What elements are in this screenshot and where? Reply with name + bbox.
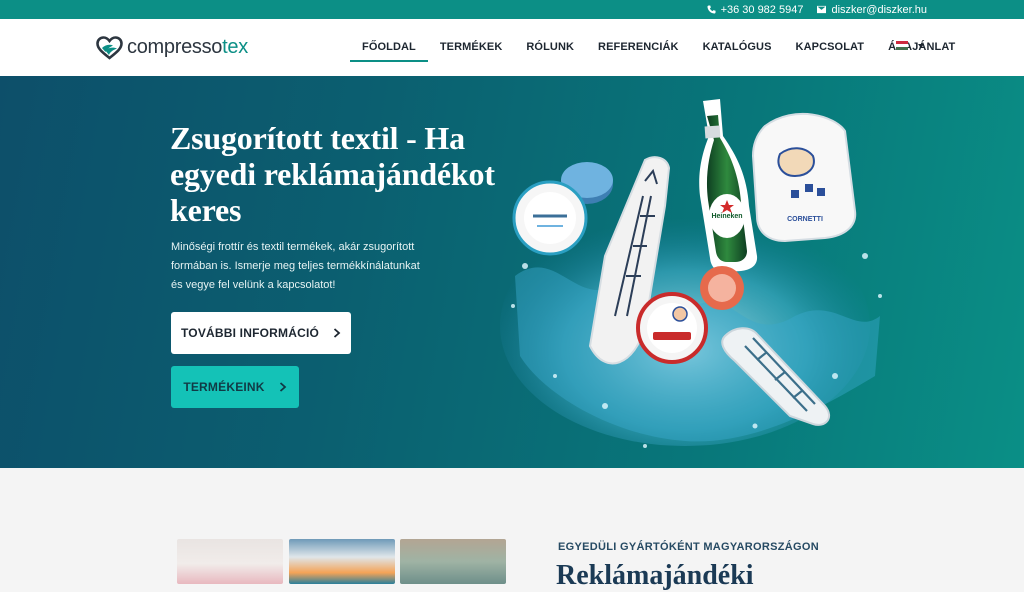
nav-item-home[interactable]: FŐOLDAL — [350, 19, 428, 76]
more-info-button[interactable]: TOVÁBBI INFORMÁCIÓ — [171, 312, 351, 354]
nav-item-catalog[interactable]: KATALÓGUS — [691, 19, 784, 76]
product-thumbnail[interactable] — [289, 539, 395, 584]
logo-text-accent: tex — [222, 36, 248, 58]
hero-banner: Zsugorított textil - Ha egyedi reklámajá… — [0, 76, 1024, 468]
intro-section: EGYEDÜLI GYÁRTÓKÉNT MAGYARORSZÁGON Reklá… — [0, 468, 1024, 591]
site-logo[interactable]: compressotex — [96, 35, 248, 60]
top-contact-bar: +36 30 982 5947 diszker@diszker.hu — [0, 0, 1024, 19]
product-thumbnail[interactable] — [177, 539, 283, 584]
phone-number: +36 30 982 5947 — [720, 3, 804, 16]
svg-text:CORNETTI: CORNETTI — [787, 216, 823, 223]
logo-text: compressotex — [127, 36, 248, 59]
phone-link[interactable]: +36 30 982 5947 — [707, 3, 804, 16]
products-button[interactable]: TERMÉKEINK — [171, 366, 299, 408]
products-label: TERMÉKEINK — [183, 380, 265, 394]
email-link[interactable]: diszker@diszker.hu — [817, 4, 927, 16]
chevron-down-icon — [918, 43, 924, 48]
envelope-icon — [817, 5, 827, 14]
language-selector[interactable] — [896, 41, 924, 50]
email-address: diszker@diszker.hu — [831, 3, 927, 16]
main-menu: FŐOLDAL TERMÉKEK RÓLUNK REFERENCIÁK KATA… — [350, 19, 967, 76]
hero-product-splash-image: Heineken CORNETTI — [500, 99, 882, 448]
product-thumbnail[interactable] — [400, 539, 506, 584]
logo-text-main: compresso — [127, 36, 223, 58]
svg-text:Heineken: Heineken — [711, 213, 742, 220]
hungarian-flag-icon — [896, 41, 908, 50]
chevron-right-icon — [279, 382, 287, 392]
phone-icon — [707, 5, 716, 14]
more-info-label: TOVÁBBI INFORMÁCIÓ — [180, 326, 320, 340]
main-header: compressotex FŐOLDAL TERMÉKEK RÓLUNK REF… — [0, 19, 1024, 76]
section-eyebrow: EGYEDÜLI GYÁRTÓKÉNT MAGYARORSZÁGON — [558, 541, 819, 553]
hero-description: Minőségi frottír és textil termékek, aká… — [171, 241, 420, 291]
chevron-right-icon — [333, 328, 341, 338]
hero-title: Zsugorított textil - Ha egyedi reklámajá… — [170, 120, 495, 228]
nav-item-about[interactable]: RÓLUNK — [514, 19, 586, 76]
nav-item-contact[interactable]: KAPCSOLAT — [784, 19, 877, 76]
logo-heart-icon — [96, 35, 123, 60]
nav-item-products[interactable]: TERMÉKEK — [428, 19, 515, 76]
section-heading: Reklámajándéki — [556, 560, 754, 591]
nav-item-references[interactable]: REFERENCIÁK — [586, 19, 691, 76]
